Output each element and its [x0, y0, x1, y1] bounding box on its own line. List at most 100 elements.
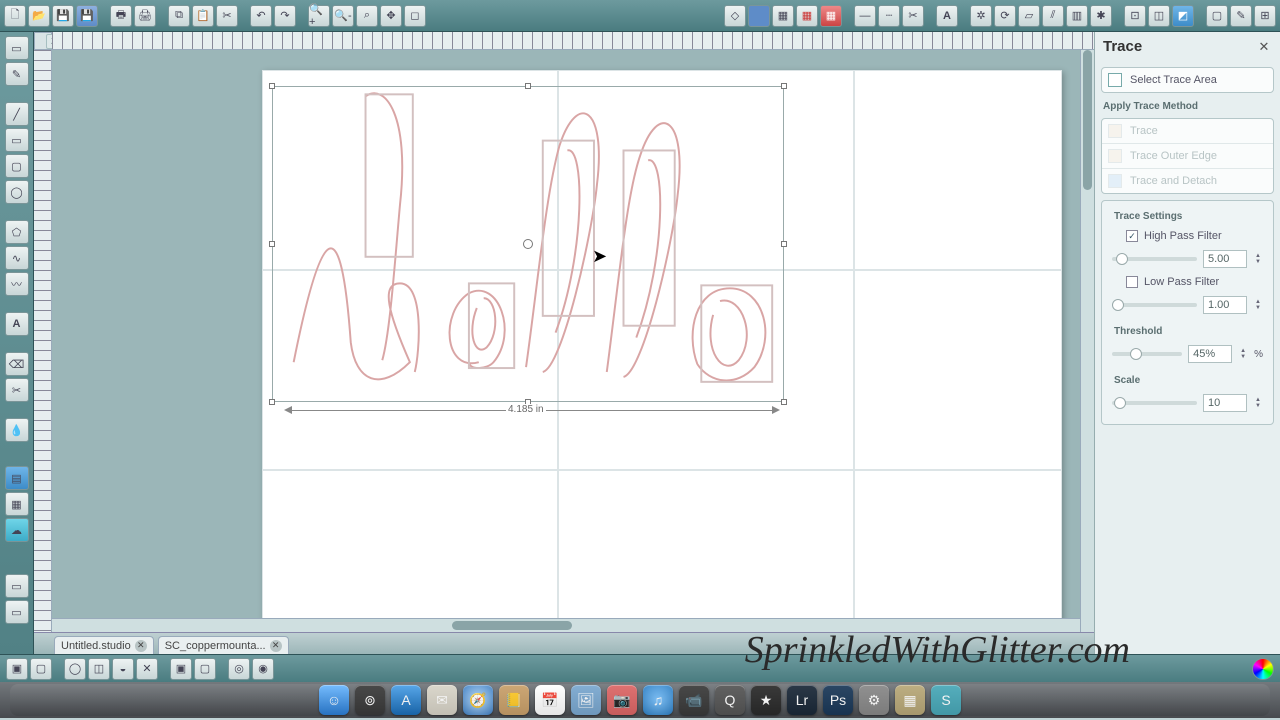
ellipse-tool-icon[interactable]: ◯: [5, 180, 29, 204]
canvas-viewport[interactable]: 4.185 in: [52, 50, 1094, 632]
modify-icon[interactable]: ✱: [1090, 5, 1112, 27]
replicate-icon[interactable]: ▥: [1066, 5, 1088, 27]
library-icon[interactable]: ▤: [5, 466, 29, 490]
preview-icon[interactable]: 🖼: [571, 685, 601, 715]
select-trace-area-button[interactable]: Select Trace Area: [1102, 68, 1273, 92]
zoom-in-icon[interactable]: 🔍+: [308, 5, 330, 27]
compound-icon[interactable]: ◫: [1148, 5, 1170, 27]
appstore-icon[interactable]: A: [391, 685, 421, 715]
rounded-rect-icon[interactable]: ▢: [5, 154, 29, 178]
store-icon[interactable]: ▦: [5, 492, 29, 516]
crop-icon[interactable]: ◫: [88, 658, 110, 680]
photobooth-icon[interactable]: 📷: [607, 685, 637, 715]
select-icon[interactable]: ◇: [724, 5, 746, 27]
subtract-icon[interactable]: ◒: [112, 658, 134, 680]
center-icon[interactable]: ◎: [228, 658, 250, 680]
color-wheel-icon[interactable]: [1252, 658, 1274, 680]
lowpass-input[interactable]: 1.00: [1203, 296, 1247, 314]
app-generic-icon[interactable]: ▦: [895, 685, 925, 715]
close-icon[interactable]: ✕: [1256, 39, 1272, 55]
spinner-icon[interactable]: ▲▼: [1253, 253, 1263, 265]
line-tool-icon[interactable]: ╱: [5, 102, 29, 126]
cut-icon[interactable]: ✂: [216, 5, 238, 27]
ungroup-icon[interactable]: ▢: [30, 658, 52, 680]
paste-icon[interactable]: 📋: [192, 5, 214, 27]
weld-icon[interactable]: ◯: [64, 658, 86, 680]
preferences-a-icon[interactable]: ▭: [5, 574, 29, 598]
design-page[interactable]: 4.185 in: [262, 70, 1062, 632]
spinner-icon[interactable]: ▲▼: [1253, 299, 1263, 311]
dashboard-icon[interactable]: ⊚: [355, 685, 385, 715]
rotate-icon[interactable]: ⟳: [994, 5, 1016, 27]
send-icon[interactable]: ☁: [5, 518, 29, 542]
lowpass-slider[interactable]: [1112, 303, 1197, 307]
new-file-icon[interactable]: 🗋: [4, 5, 26, 27]
gradient-icon[interactable]: ▦: [772, 5, 794, 27]
trace-outer-edge-button[interactable]: Trace Outer Edge: [1102, 144, 1273, 169]
selection-tool-icon[interactable]: ▭: [5, 36, 29, 60]
polygon-tool-icon[interactable]: ⬠: [5, 220, 29, 244]
eyedropper-icon[interactable]: 💧: [5, 418, 29, 442]
scrollbar-horizontal[interactable]: [52, 618, 1080, 632]
spinner-icon[interactable]: ▲▼: [1253, 397, 1263, 409]
tab-coppermounta[interactable]: SC_coppermounta... ✕: [158, 636, 289, 654]
text-style-icon[interactable]: A: [936, 5, 958, 27]
align-icon[interactable]: ⫽: [1042, 5, 1064, 27]
highpass-input[interactable]: 5.00: [1203, 250, 1247, 268]
spinner-icon[interactable]: ▲▼: [1238, 348, 1248, 360]
imovie-icon[interactable]: ★: [751, 685, 781, 715]
tab-untitled[interactable]: Untitled.studio ✕: [54, 636, 154, 654]
save-as-icon[interactable]: 💾: [76, 5, 98, 27]
scale-slider[interactable]: [1112, 401, 1197, 405]
silhouette-icon[interactable]: S: [931, 685, 961, 715]
edit-points-icon[interactable]: ✎: [5, 62, 29, 86]
threshold-input[interactable]: 45%: [1188, 345, 1232, 363]
text-tool-icon[interactable]: A: [5, 312, 29, 336]
zoom-out-icon[interactable]: 🔍-: [332, 5, 354, 27]
calendar-icon[interactable]: 📅: [535, 685, 565, 715]
print-icon[interactable]: 🖶: [110, 5, 132, 27]
knife-tool-icon[interactable]: ✂: [5, 378, 29, 402]
send-back-icon[interactable]: ▢: [194, 658, 216, 680]
pattern-icon[interactable]: ▦: [796, 5, 818, 27]
save-icon[interactable]: 💾: [52, 5, 74, 27]
line-cut-icon[interactable]: ✂: [902, 5, 924, 27]
bring-front-icon[interactable]: ▣: [170, 658, 192, 680]
offset-icon[interactable]: ✲: [970, 5, 992, 27]
contacts-icon[interactable]: 📒: [499, 685, 529, 715]
group-icon[interactable]: ▣: [6, 658, 28, 680]
fill-color-icon[interactable]: [748, 5, 770, 27]
mail-icon[interactable]: ✉: [427, 685, 457, 715]
trace-and-detach-button[interactable]: Trace and Detach: [1102, 169, 1273, 193]
cut-settings-icon[interactable]: 🖨: [134, 5, 156, 27]
facetime-icon[interactable]: 📹: [679, 685, 709, 715]
close-tab-icon[interactable]: ✕: [135, 640, 147, 652]
highpass-slider[interactable]: [1112, 257, 1197, 261]
undo-icon[interactable]: ↶: [250, 5, 272, 27]
sketch-icon[interactable]: ✎: [1230, 5, 1252, 27]
copy-icon[interactable]: ⧉: [168, 5, 190, 27]
rectangle-tool-icon[interactable]: ▭: [5, 128, 29, 152]
highpass-checkbox[interactable]: ✓: [1126, 230, 1138, 242]
grid-icon[interactable]: ▦: [820, 5, 842, 27]
itunes-icon[interactable]: ♫: [643, 685, 673, 715]
page-settings-icon[interactable]: ▢: [1206, 5, 1228, 27]
open-file-icon[interactable]: 📂: [28, 5, 50, 27]
trace-button[interactable]: Trace: [1102, 119, 1273, 144]
photoshop-icon[interactable]: Ps: [823, 685, 853, 715]
line-dashed-icon[interactable]: ┄: [878, 5, 900, 27]
scrollbar-vertical[interactable]: [1080, 50, 1094, 632]
lightroom-icon[interactable]: Lr: [787, 685, 817, 715]
registration-icon[interactable]: ⊞: [1254, 5, 1276, 27]
target-icon[interactable]: ◉: [252, 658, 274, 680]
curve-tool-icon[interactable]: ∿: [5, 246, 29, 270]
delete-icon[interactable]: ✕: [136, 658, 158, 680]
trace-panel-icon[interactable]: ◩: [1172, 5, 1194, 27]
preferences-b-icon[interactable]: ▭: [5, 600, 29, 624]
zoom-drag-icon[interactable]: ✥: [380, 5, 402, 27]
settings-icon[interactable]: ⚙: [859, 685, 889, 715]
group-icon[interactable]: ⊡: [1124, 5, 1146, 27]
threshold-slider[interactable]: [1112, 352, 1182, 356]
finder-icon[interactable]: ☺: [319, 685, 349, 715]
zoom-selection-icon[interactable]: ⌕: [356, 5, 378, 27]
